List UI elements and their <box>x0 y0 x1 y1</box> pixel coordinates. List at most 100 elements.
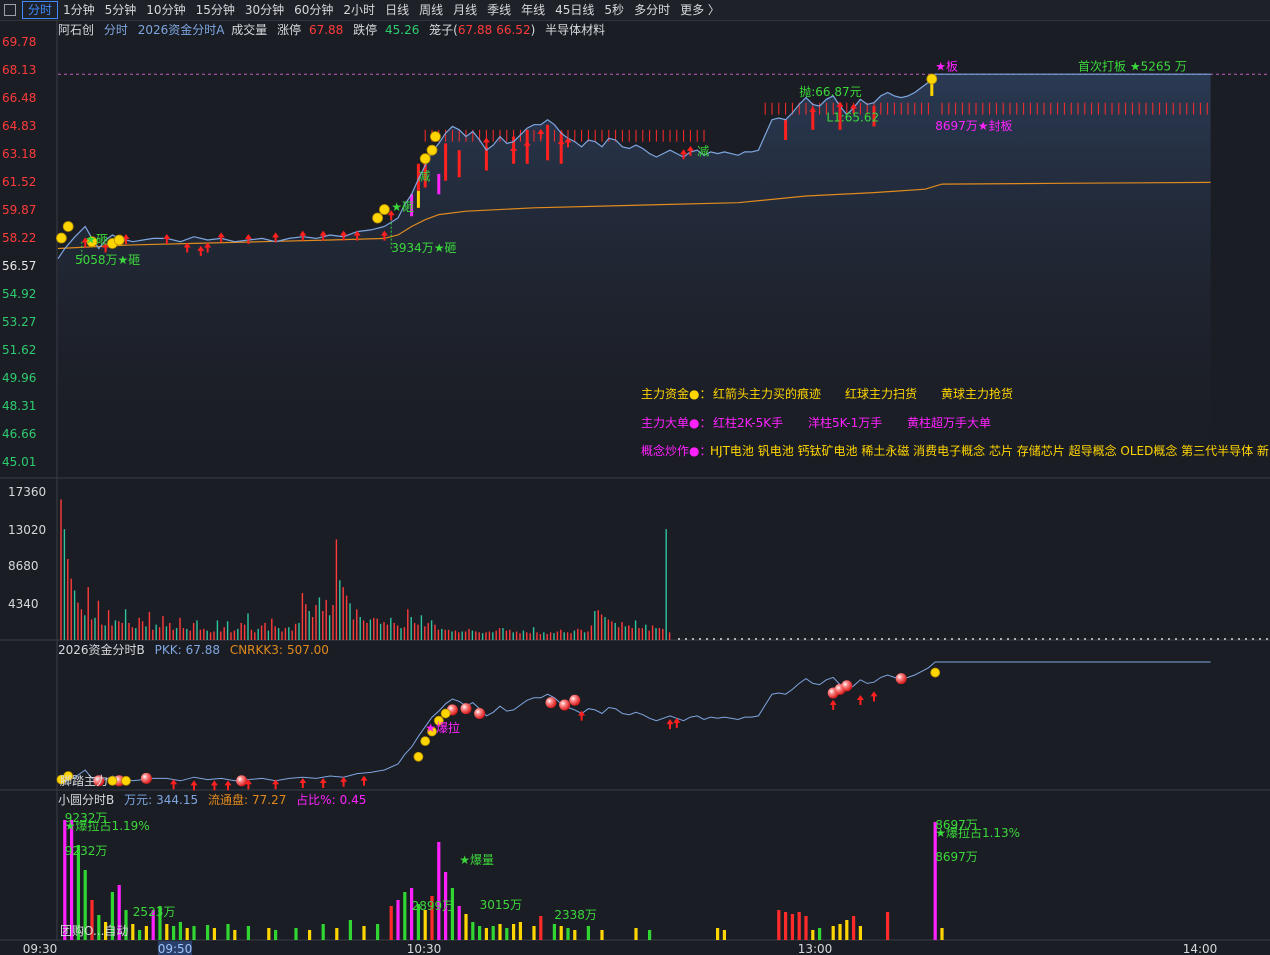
buy-arrow-icon <box>190 780 198 791</box>
flow-bar <box>845 920 849 940</box>
flow-bar <box>172 926 176 940</box>
flow-bar <box>192 926 196 940</box>
yellow-ball-icon <box>429 131 441 143</box>
flow-bar <box>437 842 441 940</box>
yellow-ball-icon <box>420 736 431 747</box>
flow-bar <box>532 926 536 940</box>
flow-bar <box>716 928 720 940</box>
flow-bar <box>586 926 590 940</box>
time-axis-label: 13:00 <box>798 942 833 955</box>
price-axis-label: 66.48 <box>2 91 36 105</box>
yellow-ball-icon <box>378 204 390 215</box>
flow-bar <box>376 924 380 940</box>
price-axis-label: 51.62 <box>2 343 36 357</box>
yellow-ball-icon <box>419 153 431 165</box>
flow-annotation: ★爆量 <box>459 853 494 867</box>
price-axis-label: 63.18 <box>2 147 36 161</box>
price-axis-label: 46.66 <box>2 427 36 441</box>
flow-bar <box>138 930 142 940</box>
flow-bar <box>185 928 189 940</box>
flow-annotation: 2338万 <box>554 908 597 922</box>
flow-bar <box>423 910 427 940</box>
price-axis-label: 56.57 <box>2 259 36 273</box>
flow-bar <box>505 928 509 940</box>
flow-bar <box>566 928 570 940</box>
price-annotation: L1:65.62 <box>826 110 879 124</box>
flow-bar <box>274 930 278 940</box>
price-annotation: ★板 <box>935 59 958 73</box>
price-annotation: 抛:66.87元 <box>799 84 861 99</box>
red-ball-icon <box>841 680 853 692</box>
flow-bar <box>831 926 835 940</box>
yellow-ball-icon <box>930 667 941 678</box>
flow-bar <box>450 888 454 940</box>
buy-arrow-icon <box>224 780 232 791</box>
red-ball-icon <box>140 772 152 784</box>
flow-annotation: 2523万 <box>133 905 176 919</box>
flow-bar <box>777 910 781 940</box>
price-annotation: 减 <box>418 170 430 184</box>
flow-bar <box>573 930 577 940</box>
flow-bar <box>165 924 169 940</box>
time-axis-label: 09:50 <box>158 942 193 955</box>
flow-bar <box>131 924 135 940</box>
price-axis-label: 45.01 <box>2 455 36 469</box>
price-area <box>58 74 1211 462</box>
flow-bar <box>70 820 74 940</box>
flow-bar <box>348 920 352 940</box>
flow-bar <box>246 926 250 940</box>
time-axis-label: 14:00 <box>1183 942 1218 955</box>
flow-bar <box>464 914 468 940</box>
flow-bar <box>335 928 339 940</box>
legend-item: 洋柱5K-1万手 <box>808 415 882 430</box>
price-axis-label: 59.87 <box>2 203 36 217</box>
flow-bar <box>362 926 366 940</box>
panel-b-annotation: ★爆拉 <box>425 720 460 735</box>
flow-bar <box>233 930 237 940</box>
price-annotation: 8697万★封板 <box>935 119 1012 133</box>
flow-bar <box>811 930 815 940</box>
legend-title: 主力大单●： <box>641 416 711 430</box>
flow-annotation: ★爆拉占1.13% <box>935 825 1020 840</box>
legend-title: 概念炒作●： <box>641 443 711 458</box>
flow-bar <box>63 820 67 940</box>
flow-bar <box>484 928 488 940</box>
flow-bar <box>212 928 216 940</box>
intraday-chart[interactable]: 69.78 68.13 66.48 64.83 63.18 61.52 59.87 58.22… <box>0 0 1270 955</box>
flow-bar <box>797 912 801 940</box>
price-annotation: 首次打板 ★5265 万 <box>1078 59 1187 73</box>
buy-arrow-icon <box>299 777 307 788</box>
yellow-ball-icon <box>62 221 74 232</box>
yellow-ball-icon <box>926 73 938 85</box>
flow-bar <box>178 922 182 940</box>
big-order-bar <box>457 150 461 178</box>
flow-bar <box>858 926 862 940</box>
flow-bar <box>940 928 944 940</box>
legend-item: 红柱2K-5K手 <box>713 415 783 430</box>
yellow-ball-icon <box>372 212 384 224</box>
flow-bar <box>389 906 393 940</box>
flow-bar <box>512 924 516 940</box>
price-annotation: 减 <box>697 144 709 158</box>
price-axis-label: 58.22 <box>2 231 36 245</box>
big-order-bar <box>416 190 420 208</box>
flow-bar <box>226 924 230 940</box>
yellow-ball-icon <box>107 775 118 786</box>
flow-annotation: 8697万 <box>935 850 978 864</box>
volume-axis-label: 4340 <box>8 597 39 611</box>
price-annotation: ★砸 <box>85 232 108 246</box>
flow-bar <box>410 888 414 940</box>
price-axis-label: 54.92 <box>2 287 36 301</box>
volume-axis-label: 17360 <box>8 485 46 499</box>
red-ball-icon <box>569 694 581 706</box>
flow-bar <box>838 924 842 940</box>
flow-annotation: 2899万 <box>412 899 455 913</box>
flow-bar <box>552 924 556 940</box>
flow-bar <box>600 930 604 940</box>
flow-bar <box>206 925 210 940</box>
flow-bar <box>267 928 271 940</box>
big-order-bar <box>437 173 441 195</box>
panel-c-bottom-label: 团购O...自动 <box>60 923 128 938</box>
flow-annotation: ★爆拉占1.19% <box>65 818 150 833</box>
buy-arrow-icon <box>666 719 674 730</box>
